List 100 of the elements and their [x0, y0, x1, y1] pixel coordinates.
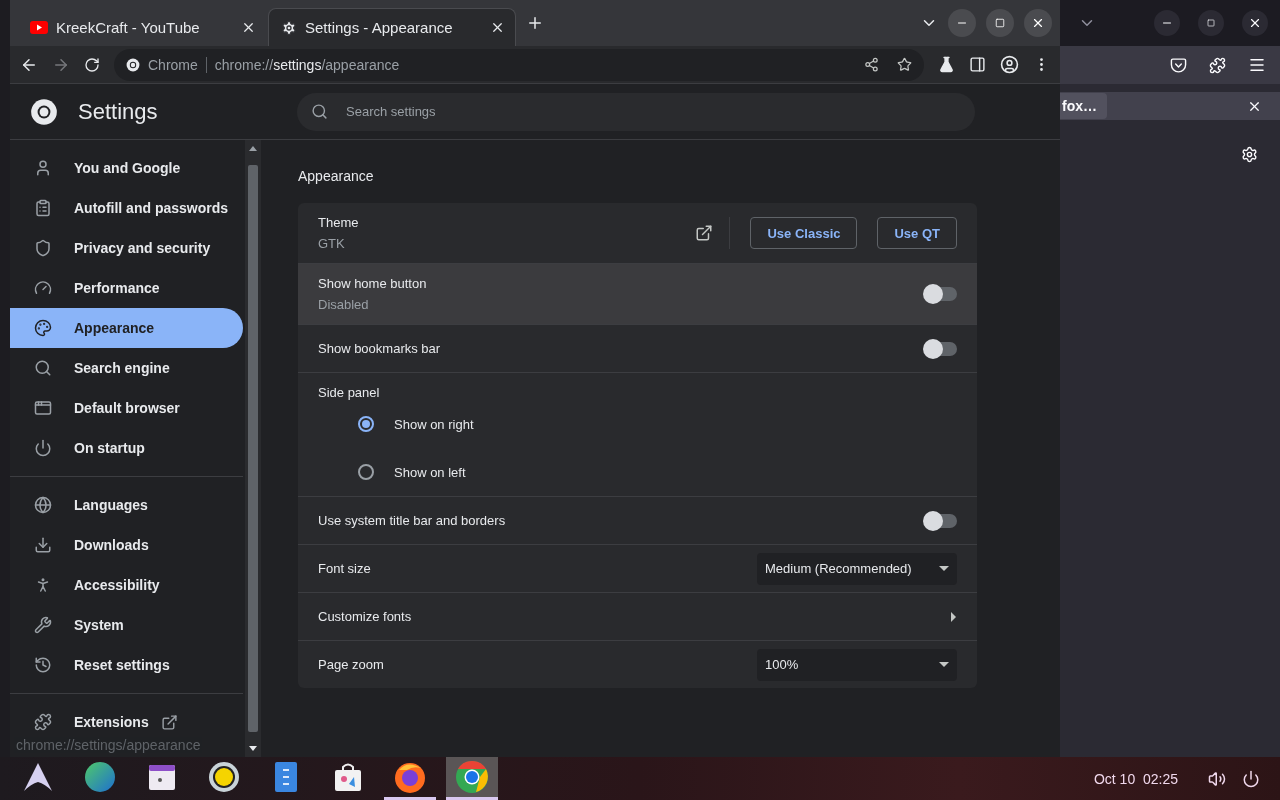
share-icon[interactable] [864, 57, 879, 72]
setting-label: Use system title bar and borders [318, 513, 507, 528]
minimize-button[interactable] [1154, 10, 1180, 36]
setting-label: Font size [318, 561, 372, 576]
setting-row[interactable]: Show bookmarks bar [298, 324, 977, 372]
setting-label: Theme [318, 215, 360, 230]
puzzle-icon[interactable] [1209, 56, 1226, 74]
menu-icon[interactable] [1248, 56, 1266, 74]
setting-value: GTK [318, 236, 346, 251]
power-icon [34, 439, 52, 457]
sidebar-item[interactable]: Downloads [10, 525, 243, 565]
settings-icon [281, 19, 297, 36]
sidebar-item[interactable]: Accessibility [10, 565, 243, 605]
scroll-down-icon[interactable] [249, 746, 257, 751]
setting-row[interactable]: Font size Medium (Recommended) [298, 544, 977, 592]
speaker-icon [208, 761, 240, 793]
shopping-bag-icon [333, 762, 363, 792]
sidebar-item[interactable]: You and Google [10, 148, 243, 188]
square-icon [1207, 19, 1215, 27]
status-url: chrome://settings/appearance [14, 737, 203, 753]
square-icon [995, 18, 1005, 28]
theme-button[interactable]: Use Classic [750, 217, 858, 249]
power-icon[interactable] [1242, 769, 1260, 788]
sidebar-item[interactable]: Reset settings [10, 645, 243, 685]
search-field[interactable]: Search settings [297, 92, 975, 131]
toggle-switch[interactable] [925, 513, 957, 528]
chrome-logo-icon [126, 57, 140, 72]
gauge-icon [34, 279, 52, 297]
address-bar[interactable]: Chrome chrome://settings/appearance [114, 48, 924, 81]
close-button[interactable] [1024, 9, 1052, 37]
maximize-button[interactable] [986, 9, 1014, 37]
clock[interactable]: Oct 10 02:25 [1093, 770, 1178, 787]
browser-tab[interactable]: KreekCraft - YouTube [18, 8, 266, 46]
puzzle-icon [34, 713, 52, 731]
radio-label: Show on left [394, 464, 466, 480]
close-icon [1031, 16, 1045, 30]
sidebar-item[interactable]: Languages [10, 485, 243, 525]
external-link-icon[interactable] [160, 713, 178, 731]
dropdown[interactable]: 100% [757, 648, 957, 681]
setting-row[interactable]: Use system title bar and borders [298, 496, 977, 544]
close-button[interactable] [1242, 10, 1268, 36]
search-icon [34, 359, 52, 377]
external-link-icon[interactable] [695, 224, 714, 242]
caret-icon[interactable] [951, 611, 957, 622]
download-icon [34, 536, 52, 554]
radio-label: Show on right [394, 416, 474, 432]
sidebar-item[interactable]: System [10, 605, 243, 645]
mountain-logo-icon [23, 762, 53, 792]
sidebar-item[interactable]: Search engine [10, 348, 243, 388]
history-icon [34, 656, 52, 674]
reload-icon[interactable] [84, 56, 100, 73]
setting-label: Customize fonts [318, 609, 413, 624]
palette-icon [34, 319, 52, 337]
setting-row[interactable]: Page zoom 100% [298, 640, 977, 688]
toggle-switch[interactable] [925, 341, 957, 356]
setting-row[interactable]: Theme GTK Use Classic Use QT [298, 203, 977, 263]
close-icon[interactable] [490, 20, 505, 35]
search-input[interactable]: Search settings [344, 103, 975, 120]
setting-row[interactable]: Side panel Show on right Show on left [298, 372, 977, 496]
page-title: Settings [78, 98, 158, 125]
calendar-icon [148, 763, 176, 791]
sidebar-item[interactable]: Default browser [10, 388, 243, 428]
side-panel-icon[interactable] [969, 56, 986, 73]
radio-button[interactable] [358, 416, 374, 432]
sidebar-item[interactable]: Privacy and security [10, 228, 243, 268]
setting-value: Disabled [318, 297, 370, 312]
wrench-icon [34, 616, 52, 634]
toggle-switch[interactable] [925, 287, 957, 301]
settings-icon[interactable] [1241, 146, 1258, 163]
sidebar-item[interactable]: Appearance [10, 308, 243, 348]
browser-tab[interactable]: Settings - Appearance [268, 8, 516, 46]
flask-icon[interactable] [938, 56, 955, 73]
setting-row[interactable]: Customize fonts [298, 592, 977, 640]
radio-button[interactable] [358, 464, 374, 480]
scrollbar[interactable] [245, 140, 261, 757]
pocket-icon[interactable] [1170, 56, 1187, 74]
close-icon [1248, 16, 1262, 30]
setting-label: Show bookmarks bar [318, 341, 442, 356]
caret-icon [939, 661, 949, 668]
sidebar-item[interactable]: Autofill and passwords [10, 188, 243, 228]
setting-label: Show home button [318, 276, 428, 291]
scroll-up-icon[interactable] [249, 146, 257, 151]
profile-icon[interactable] [1000, 55, 1019, 74]
video-play-icon [30, 20, 48, 34]
volume-icon[interactable] [1208, 769, 1226, 788]
new-tab-icon[interactable] [526, 14, 544, 32]
maximize-button[interactable] [1198, 10, 1224, 36]
setting-row[interactable]: Show home button Disabled [298, 263, 977, 324]
sidebar-item[interactable]: On startup [10, 428, 243, 468]
search-icon [311, 103, 328, 120]
setting-label: Page zoom [318, 657, 385, 672]
theme-button[interactable]: Use QT [877, 217, 957, 249]
person-icon [34, 159, 52, 177]
chrome-logo-icon [455, 760, 489, 794]
dropdown[interactable]: Medium (Recommended) [757, 552, 957, 585]
star-icon[interactable] [897, 57, 912, 72]
file-cabinet-icon [274, 761, 298, 793]
setting-label: Side panel [318, 385, 381, 400]
sidebar-item[interactable]: Performance [10, 268, 243, 308]
notification-button[interactable]: fox… [1060, 93, 1107, 119]
